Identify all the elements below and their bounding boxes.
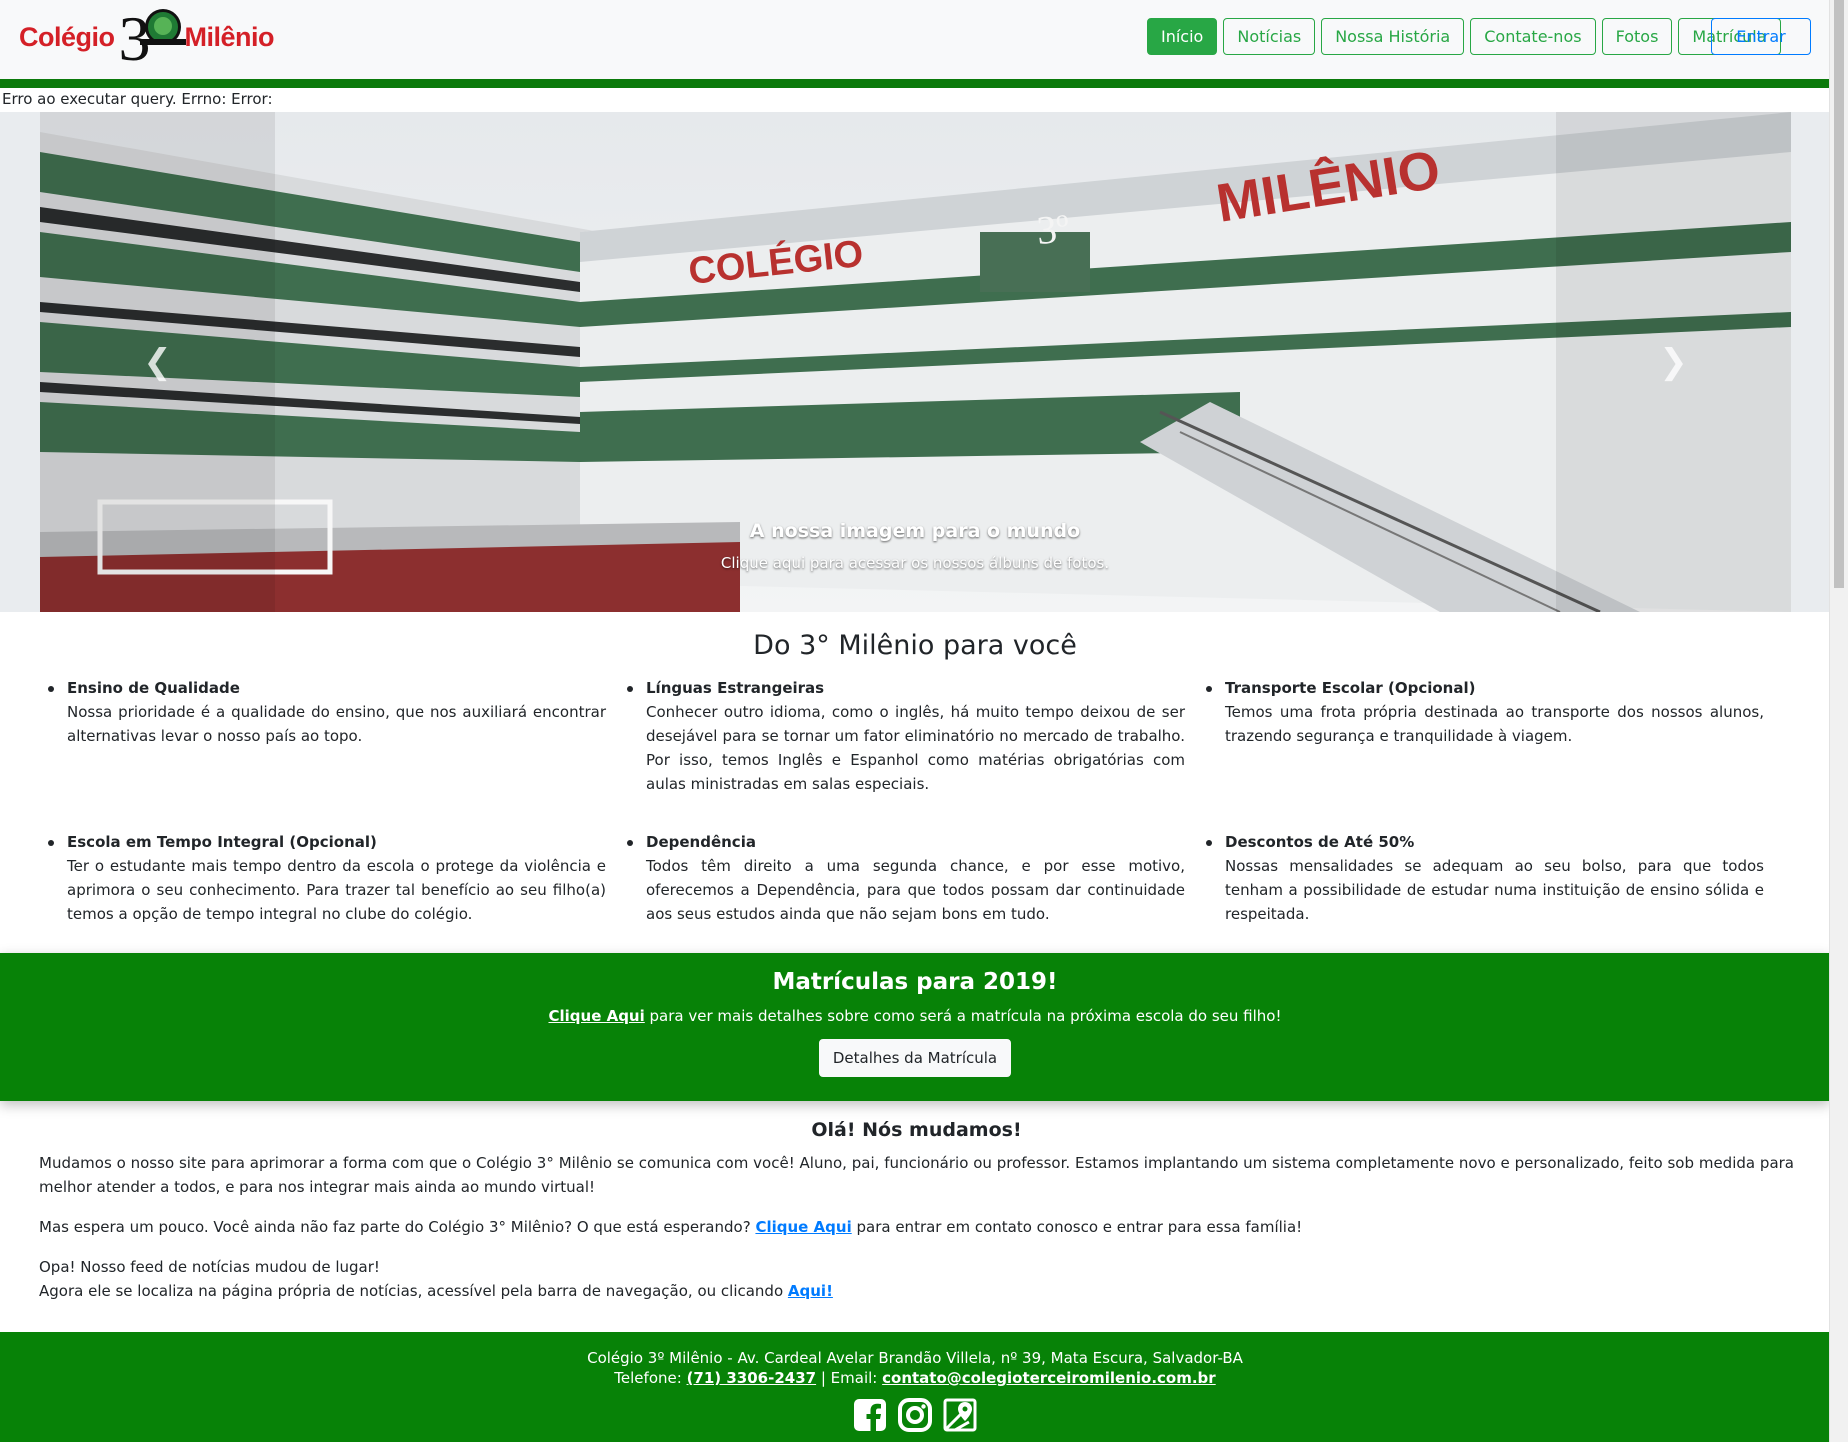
- nav-fotos[interactable]: Fotos: [1601, 18, 1673, 55]
- feature-title: Ensino de Qualidade: [67, 679, 240, 697]
- news-feed-link[interactable]: Aqui!: [788, 1282, 833, 1300]
- news-section: Olá! Nós mudamos! Mudamos o nosso site p…: [39, 1118, 1794, 1319]
- news-paragraph-1: Mudamos o nosso site para aprimorar a fo…: [39, 1154, 1794, 1196]
- bullet: [48, 686, 54, 692]
- photo-sign-3: 3º: [1035, 205, 1071, 253]
- caption-title: A nossa imagem para o mundo: [749, 520, 1081, 542]
- scrollbar-thumb[interactable]: [1834, 0, 1844, 588]
- phone-label: Telefone:: [614, 1369, 687, 1387]
- brand-logo[interactable]: Colégio 3 Milênio: [19, 7, 275, 71]
- features-grid: Ensino de Qualidade Nossa prioridade é a…: [48, 676, 1778, 984]
- navbar: Colégio 3 Milênio Início Notícias Nossa …: [0, 0, 1830, 88]
- brand-word-milenio: Milênio: [184, 21, 275, 52]
- features-title: Do 3° Milênio para você: [753, 630, 1077, 661]
- enrollment-banner: Matrículas para 2019! Clique Aqui para v…: [0, 953, 1830, 1101]
- bullet: [48, 840, 54, 846]
- news-p2-before: Mas espera um pouco. Você ainda não faz …: [39, 1218, 756, 1236]
- error-message: Erro ao executar query. Errno: Error:: [2, 90, 273, 108]
- banner-text-rest: para ver mais detalhes sobre como será a…: [644, 1007, 1282, 1025]
- feature-item: Línguas Estrangeiras Conhecer outro idio…: [627, 676, 1206, 830]
- enrollment-details-button[interactable]: Detalhes da Matrícula: [818, 1039, 1012, 1077]
- feature-title: Dependência: [646, 833, 756, 851]
- feature-text: Conhecer outro idioma, como o inglês, há…: [646, 703, 1185, 793]
- banner-title: Matrículas para 2019!: [772, 969, 1058, 995]
- chevron-right-icon: ❯: [1659, 342, 1688, 382]
- feature-item: Transporte Escolar (Opcional) Temos uma …: [1206, 676, 1785, 830]
- feature-title: Descontos de Até 50%: [1225, 833, 1415, 851]
- feature-title: Transporte Escolar (Opcional): [1225, 679, 1476, 697]
- facebook-icon[interactable]: [853, 1398, 887, 1432]
- footer-contact: Telefone: (71) 3306-2437 | Email: contat…: [0, 1368, 1830, 1388]
- brand-word-colegio: Colégio: [19, 21, 115, 52]
- instagram-icon[interactable]: [898, 1398, 932, 1432]
- chevron-left-icon: ❮: [143, 342, 172, 382]
- news-title: Olá! Nós mudamos!: [811, 1119, 1022, 1141]
- news-paragraph-2: Mas espera um pouco. Você ainda não faz …: [39, 1215, 1794, 1239]
- navbar-divider: [0, 79, 1830, 88]
- feature-text: Todos têm direito a uma segunda chance, …: [646, 857, 1185, 923]
- feature-text: Nossas mensalidades se adequam ao seu bo…: [1225, 857, 1764, 923]
- email-link[interactable]: contato@colegioterceiromilenio.com.br: [882, 1369, 1216, 1387]
- email-label: | Email:: [816, 1369, 883, 1387]
- nav-contate-nos[interactable]: Contate-nos: [1470, 18, 1596, 55]
- page: Colégio 3 Milênio Início Notícias Nossa …: [0, 0, 1830, 1442]
- feature-title: Línguas Estrangeiras: [646, 679, 825, 697]
- nav-nossa-historia[interactable]: Nossa História: [1321, 18, 1465, 55]
- photo-carousel[interactable]: COLÉGIO 3º MILÊNIO ❮ ❯ A nossa imagem pa…: [0, 112, 1830, 612]
- map-pin-icon[interactable]: [943, 1398, 977, 1432]
- news-p2-after: para entrar em contato conosco e entrar …: [851, 1218, 1303, 1236]
- caption-subtitle[interactable]: Clique aqui para acessar os nossos álbun…: [0, 554, 1830, 572]
- vertical-scrollbar[interactable]: [1829, 0, 1848, 1442]
- feature-text: Ter o estudante mais tempo dentro da esc…: [67, 857, 606, 923]
- feature-text: Nossa prioridade é a qualidade do ensino…: [67, 703, 606, 745]
- news-p3-line1: Opa! Nosso feed de notícias mudou de lug…: [39, 1258, 380, 1276]
- nav-inicio[interactable]: Início: [1147, 18, 1218, 55]
- footer-address: Colégio 3º Milênio - Av. Cardeal Avelar …: [587, 1349, 1243, 1367]
- globe-icon: [139, 9, 186, 45]
- feature-text: Temos uma frota própria destinada ao tra…: [1225, 703, 1764, 745]
- nav-noticias[interactable]: Notícias: [1223, 18, 1316, 55]
- main-nav: Início Notícias Nossa História Contate-n…: [1147, 18, 1787, 55]
- bullet: [1206, 686, 1212, 692]
- login-button[interactable]: Entrar: [1711, 18, 1811, 55]
- feature-item: Ensino de Qualidade Nossa prioridade é a…: [48, 676, 627, 830]
- carousel-caption[interactable]: A nossa imagem para o mundo Clique aqui …: [0, 520, 1830, 572]
- news-p3-line2: Agora ele se localiza na página própria …: [39, 1282, 788, 1300]
- banner-link[interactable]: Clique Aqui: [548, 1007, 644, 1025]
- phone-link[interactable]: (71) 3306-2437: [687, 1369, 817, 1387]
- feature-title: Escola em Tempo Integral (Opcional): [67, 833, 377, 851]
- bullet: [627, 840, 633, 846]
- contact-link[interactable]: Clique Aqui: [755, 1218, 851, 1236]
- bullet: [627, 686, 633, 692]
- social-links: [0, 1398, 1830, 1432]
- news-paragraph-3: Opa! Nosso feed de notícias mudou de lug…: [39, 1255, 1794, 1303]
- footer: Colégio 3º Milênio - Av. Cardeal Avelar …: [0, 1332, 1830, 1442]
- banner-text: Clique Aqui para ver mais detalhes sobre…: [0, 1007, 1830, 1025]
- bullet: [1206, 840, 1212, 846]
